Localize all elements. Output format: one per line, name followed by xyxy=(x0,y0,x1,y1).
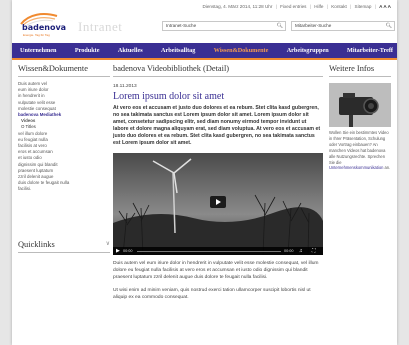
video-time-total: 00:00 xyxy=(284,249,294,253)
quicklinks-title: Quicklinks xyxy=(18,240,55,249)
search-icon[interactable]: 🔍︎ xyxy=(277,23,283,29)
info-text-body: Wollen Sie ein bestimmtes Video in Ihrer… xyxy=(329,130,389,165)
separator: | xyxy=(326,4,328,9)
play-button[interactable] xyxy=(210,196,226,208)
article-date: 18.11.2013 xyxy=(113,84,137,89)
camera-icon xyxy=(329,83,391,127)
video-controls: ▶ 00:00 00:00 ♫ ⛶ xyxy=(113,247,323,255)
intranet-search-input[interactable]: Intranet-Suche 🔍︎ xyxy=(162,21,286,31)
badenova-logo[interactable]: badenova Energie. Tag für Tag xyxy=(19,12,71,38)
separator: | xyxy=(350,4,352,9)
link-kontakt[interactable]: Kontakt xyxy=(331,4,347,9)
info-text-end: an. xyxy=(384,165,391,171)
link-hilfe[interactable]: Hilfe xyxy=(314,4,323,9)
nav-mitarbeiter-treff[interactable]: Mitarbeiter-Treff xyxy=(347,47,393,54)
separator: | xyxy=(275,4,277,9)
right-sidebar: Weitere Infos Wollen Sie ein bestimmtes … xyxy=(329,64,391,171)
separator: | xyxy=(309,4,311,9)
article-body-2: Ut wisi enim ad minim veniam, quis nostr… xyxy=(113,287,311,300)
site-title: Intranet xyxy=(78,19,123,34)
separator: | xyxy=(374,4,376,9)
nav-produkte[interactable]: Produkte xyxy=(75,47,100,54)
link-unternehmenskommunikation[interactable]: Unternehmenskommunikation xyxy=(329,165,383,170)
logo-tagline: Energie. Tag für Tag xyxy=(23,33,50,37)
quicklinks-header[interactable]: Quicklinks ∨ xyxy=(18,240,110,253)
nav-aktuelles[interactable]: Aktuelles xyxy=(118,47,143,54)
font-size-toggle[interactable]: A A A xyxy=(379,4,391,9)
accent-stripe xyxy=(12,58,397,60)
volume-icon[interactable]: ♫ xyxy=(299,248,303,254)
quicklinks-panel[interactable]: Quicklinks ∨ xyxy=(18,240,110,253)
intranet-search-placeholder: Intranet-Suche xyxy=(166,23,197,28)
page-title: badenova Videobibliothek (Detail) xyxy=(113,64,323,77)
link-sitemap[interactable]: Sitemap xyxy=(355,4,372,9)
article-lead: At vero eos et accusam et justo duo dolo… xyxy=(113,105,321,146)
date-time: Dienstag, 4. März 2014, 11:28 Uhr xyxy=(202,4,273,9)
main-nav: Unternehmen Produkte Aktuelles Arbeitsal… xyxy=(12,43,397,58)
top-utility-bar: Dienstag, 4. März 2014, 11:28 Uhr | Fixe… xyxy=(201,4,392,9)
sidebar-nav: Duis autem vel eum iriure dolor in hendr… xyxy=(18,81,110,193)
page: Dienstag, 4. März 2014, 11:28 Uhr | Fixe… xyxy=(12,0,397,345)
info-text: Wollen Sie ein bestimmtes Video in Ihrer… xyxy=(329,130,391,171)
camera-image xyxy=(329,83,391,127)
link-fixed-entries[interactable]: Fixed entries xyxy=(280,4,306,9)
nav-wissen-dokumente[interactable]: Wissen&Dokumente xyxy=(214,47,269,54)
video-progress-track[interactable] xyxy=(137,250,281,252)
fullscreen-icon[interactable]: ⛶ xyxy=(312,248,316,254)
video-player[interactable]: ▶ 00:00 00:00 ♫ ⛶ xyxy=(113,153,323,255)
article-title: Lorem ipsum dolor sit amet xyxy=(113,91,225,102)
article-body-1: Duis autem vel eum iriure dolor in hendr… xyxy=(113,261,319,280)
chevron-down-icon[interactable]: ∨ xyxy=(106,240,110,249)
logo-wordmark: badenova xyxy=(22,23,67,32)
nav-unternehmen[interactable]: Unternehmen xyxy=(20,47,56,54)
info-title: Weitere Infos xyxy=(329,64,391,77)
play-icon[interactable]: ▶ xyxy=(116,248,120,254)
sidebar-item[interactable]: facilisi. xyxy=(18,186,110,192)
nav-arbeitsalltag[interactable]: Arbeitsalltag xyxy=(161,47,195,54)
nav-arbeitsgruppen[interactable]: Arbeitsgruppen xyxy=(287,47,329,54)
search-icon[interactable]: 🔍︎ xyxy=(386,23,392,29)
video-time-current: 00:00 xyxy=(123,249,133,253)
main-content: badenova Videobibliothek (Detail) 18.11.… xyxy=(113,64,323,302)
mitarbeiter-search-input[interactable]: Mitarbeiter-Suche 🔍︎ xyxy=(291,21,395,31)
sidebar-title: Wissen&Dokumente xyxy=(18,64,110,77)
left-sidebar: Wissen&Dokumente Duis autem vel eum iriu… xyxy=(18,64,110,193)
mitarbeiter-search-placeholder: Mitarbeiter-Suche xyxy=(295,23,332,28)
